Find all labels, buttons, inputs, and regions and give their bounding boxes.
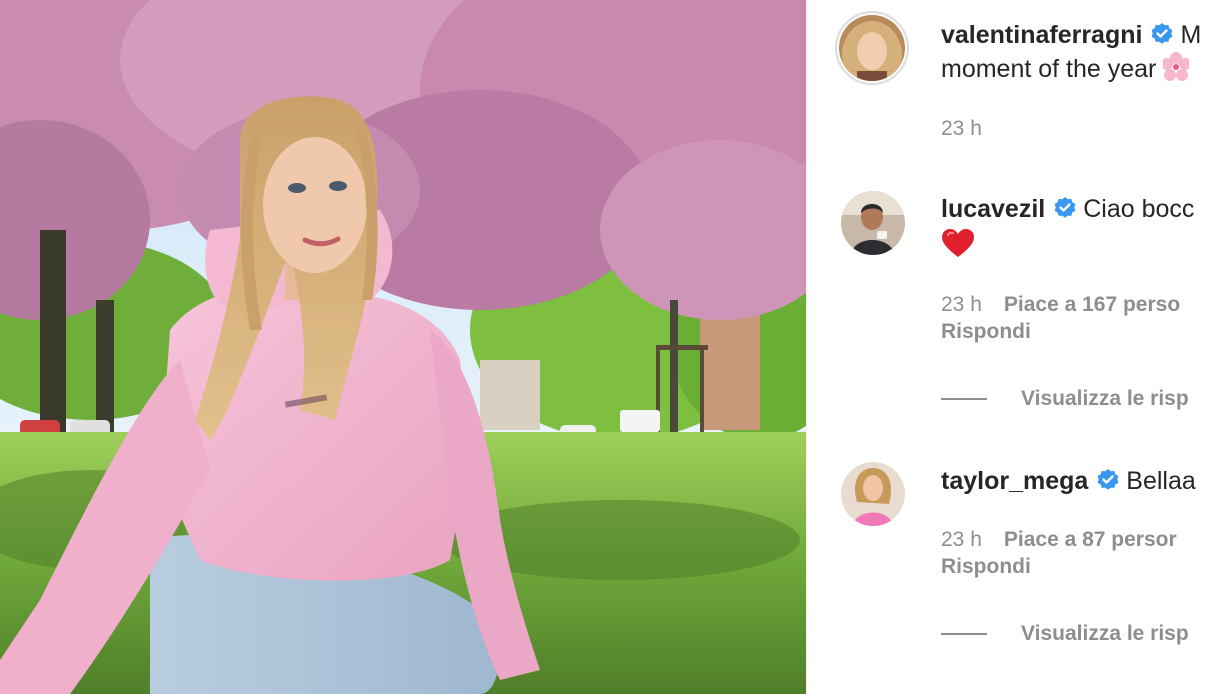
comment-1-text: Ciao bocc [1083, 195, 1195, 223]
view-replies-line [941, 633, 987, 636]
comment-2-username[interactable]: taylor_mega [941, 467, 1088, 495]
author-timestamp[interactable]: 23 h [941, 115, 982, 143]
comment-2-view-replies[interactable]: Visualizza le risp [941, 622, 1189, 646]
comment-1-username[interactable]: lucavezil [941, 195, 1045, 223]
comment-avatar[interactable] [841, 191, 905, 255]
verified-badge-icon [1053, 195, 1077, 229]
post-photo-illustration [0, 0, 806, 694]
caption-text-start: M [1180, 21, 1202, 49]
comment-2-reply-button[interactable]: Rispondi [941, 555, 1031, 579]
verified-badge-icon [1150, 21, 1174, 55]
comment-1-line-1: lucavezil Ciao bocc [941, 192, 1194, 229]
post-photo[interactable] [0, 0, 806, 694]
view-replies-label: Visualizza le risp [1021, 622, 1189, 645]
view-replies-label: Visualizza le risp [1021, 387, 1189, 410]
author-caption-line-2: moment of the year [941, 52, 1192, 91]
author-caption-line-1: valentinaferragni M [941, 18, 1201, 55]
comments-panel: valentinaferragni M moment of the year 23… [807, 0, 1217, 694]
view-replies-line [941, 398, 987, 401]
comment-1-line-2 [941, 228, 975, 267]
comment-1-reply-button[interactable]: Rispondi [941, 320, 1031, 344]
red-heart-icon [941, 228, 975, 267]
comment-1-view-replies[interactable]: Visualizza le risp [941, 387, 1189, 411]
comment-1-meta: 23 h Piace a 167 perso [941, 291, 1180, 319]
cherry-blossom-icon [1161, 52, 1192, 91]
author-avatar[interactable] [839, 15, 905, 81]
comment-2-meta: 23 h Piace a 87 persor [941, 526, 1177, 554]
verified-badge-icon [1096, 467, 1120, 501]
comment-2-likes[interactable]: Piace a 87 persor [1004, 528, 1177, 551]
comment-1-likes[interactable]: Piace a 167 perso [1004, 293, 1180, 316]
comment-2-text: Bellaa [1126, 467, 1196, 495]
comment-1-time[interactable]: 23 h [941, 293, 982, 316]
comment-avatar[interactable] [841, 462, 905, 526]
comment-2-line-1: taylor_mega Bellaa [941, 464, 1196, 501]
comment-2-time[interactable]: 23 h [941, 528, 982, 551]
author-username[interactable]: valentinaferragni [941, 21, 1142, 49]
caption-text: moment of the year [941, 55, 1157, 83]
